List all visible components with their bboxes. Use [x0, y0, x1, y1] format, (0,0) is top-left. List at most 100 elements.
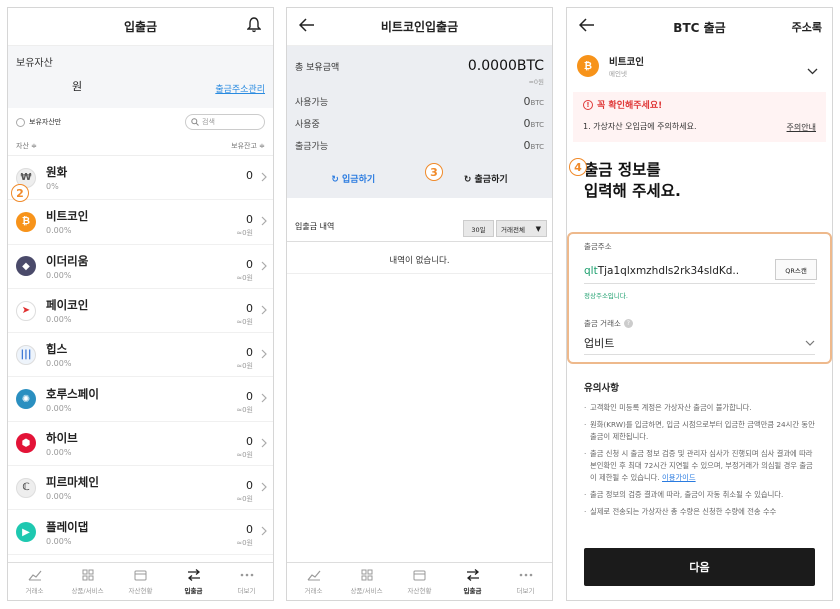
holdings-currency: 원: [72, 80, 83, 93]
holdings-label: 보유자산: [16, 58, 53, 69]
tab-more[interactable]: 더보기: [220, 563, 273, 600]
exchange-select[interactable]: 업비트: [584, 331, 815, 355]
note-item: 출금 신청 시 출금 정보 검증 및 관리자 심사가 진행되며 심사 결과에 따…: [584, 448, 815, 484]
address-manage-link[interactable]: 출금주소관리: [215, 82, 265, 95]
asset-row[interactable]: ✺ 호루스페이 0.00% 0 ≈0원: [8, 377, 273, 422]
back-arrow-icon[interactable]: [578, 17, 595, 36]
btc-withdraw-screen: BTC 출금 주소록 ₿ 비트코인 메인넷 ! 꼭 확인해주세요! 1. 가상자…: [566, 7, 833, 601]
asset-row[interactable]: ₩ 원화 0% 0: [8, 156, 273, 201]
asset-percent: 0.00%: [46, 536, 72, 546]
col-asset-sort[interactable]: 자산 ≑: [16, 141, 37, 151]
note-item: 원화(KRW)를 입금하면, 입금 시점으로부터 입금한 금액만큼 24시간 동…: [584, 419, 815, 443]
asset-name: 호루스페이: [46, 386, 99, 401]
asset-row[interactable]: ||| 힙스 0.00% 0 ≈0원: [8, 333, 273, 378]
network-name: 메인넷: [609, 70, 627, 78]
asset-name: 비트코인: [46, 209, 89, 224]
next-button[interactable]: 다음: [584, 548, 815, 586]
withdraw-button[interactable]: ↻ 출금하기: [464, 172, 508, 185]
tab-more[interactable]: 더보기: [499, 563, 552, 600]
note-item: 출금 정보의 검증 결과에 따라, 출금이 자동 취소될 수 있습니다.: [584, 489, 815, 501]
address-field[interactable]: qltTja1qlxmzhdls2rk34sldKd.. QR스캔: [584, 258, 817, 284]
asset-balance: 0: [246, 169, 253, 182]
tab-grid[interactable]: 상품/서비스: [61, 563, 114, 600]
hive-icon: ⬢: [16, 433, 36, 454]
asset-balance: 0 ≈0원: [236, 479, 253, 504]
tab-wallet[interactable]: 자산현황: [114, 563, 167, 600]
coin-selector[interactable]: ₿ 비트코인 메인넷: [567, 46, 832, 86]
page-title: 비트코인입출금: [380, 20, 459, 34]
tab-grid[interactable]: 상품/서비스: [340, 563, 393, 600]
header: 비트코인입출금: [287, 8, 552, 46]
ethereum-icon: ◆: [16, 256, 36, 277]
tab-wallet[interactable]: 자산현황: [393, 563, 446, 600]
chevron-right-icon: [261, 261, 267, 274]
type-select[interactable]: 거래전체 ▼: [496, 220, 547, 237]
wallet-icon: [413, 569, 426, 585]
bell-icon[interactable]: [246, 17, 262, 36]
col-balance-sort[interactable]: 보유잔고 ≑: [231, 141, 265, 151]
firmachain-icon: ℂ: [16, 477, 36, 498]
transfer-icon: [187, 568, 201, 585]
filter-bar: 보유자산만 검색: [8, 108, 273, 136]
asset-row[interactable]: ⬢ 하이브 0.00% 0 ≈0원: [8, 422, 273, 467]
asset-row[interactable]: ₿ 비트코인 0.00% 0 ≈0원: [8, 200, 273, 245]
notes-title: 유의사항: [584, 383, 619, 394]
more-icon: [240, 569, 254, 585]
header: BTC 출금 주소록: [567, 8, 832, 46]
annotation-3: 3: [425, 163, 443, 181]
tab-transfer[interactable]: 입출금: [446, 563, 499, 600]
asset-row[interactable]: ◆ 이더리움 0.00% 0 ≈0원: [8, 245, 273, 289]
chart-icon: [307, 569, 321, 585]
asset-percent: 0.00%: [46, 359, 72, 369]
annotation-4: 4: [569, 158, 587, 176]
more-icon: [519, 569, 533, 585]
form-heading: 출금 정보를 입력해 주세요.: [584, 161, 681, 200]
warning-guide-link[interactable]: 주의안내: [787, 122, 816, 133]
header: 입출금: [8, 8, 273, 46]
usage-guide-link[interactable]: 이용가이드: [662, 473, 696, 482]
chevron-down-icon: [805, 336, 815, 349]
asset-row[interactable]: ▶ 플레이댑 0.00% 0 ≈0원: [8, 510, 273, 555]
chevron-right-icon: [261, 305, 267, 318]
exchange-label: 출금 거래소 ?: [584, 318, 815, 329]
period-select[interactable]: 30일: [463, 220, 494, 237]
holdings-only-radio[interactable]: [16, 117, 25, 127]
tab-chart[interactable]: 거래소: [8, 563, 61, 600]
chevron-right-icon: [261, 172, 267, 185]
page-title: BTC 출금: [673, 20, 726, 35]
deposit-button[interactable]: ↻ 입금하기: [331, 172, 375, 185]
grid-icon: [361, 569, 373, 585]
qr-scan-button[interactable]: QR스캔: [775, 259, 817, 280]
asset-name: 원화: [46, 165, 68, 180]
tab-transfer[interactable]: 입출금: [167, 563, 220, 600]
history-label: 입출금 내역: [295, 222, 335, 231]
coin-name: 비트코인: [609, 57, 644, 68]
bottom-tab-bar: 거래소 상품/서비스 자산현황 입출금 더보기: [287, 562, 552, 600]
address-book-button[interactable]: 주소록: [792, 19, 822, 35]
tab-chart[interactable]: 거래소: [287, 563, 340, 600]
asset-percent: 0.00%: [46, 315, 72, 325]
balance-row: 사용중 0BTC: [295, 117, 544, 130]
back-arrow-icon[interactable]: [298, 17, 315, 36]
chart-icon: [28, 569, 42, 585]
notes-section: 유의사항 고객확인 미등록 계정은 가상자산 출금이 불가합니다. 원화(KRW…: [567, 380, 832, 523]
bottom-tab-bar: 거래소 상품/서비스 자산현황 입출금 더보기: [8, 562, 273, 600]
asset-name: 피르마체인: [46, 475, 99, 490]
chevron-right-icon: [261, 438, 267, 451]
asset-row[interactable]: ➤ 페이코인 0.00% 0 ≈0원: [8, 289, 273, 334]
withdraw-form: 출금주소 qltTja1qlxmzhdls2rk34sldKd.. QR스캔 정…: [567, 232, 832, 364]
chevron-right-icon: [261, 526, 267, 539]
search-input[interactable]: 검색: [185, 114, 265, 130]
transfer-icon: [466, 568, 480, 585]
bitcoin-icon: ₿: [16, 211, 36, 232]
hips-icon: |||: [16, 344, 36, 365]
action-row: ↻ 입금하기 ↻ 출금하기: [287, 172, 552, 185]
asset-row[interactable]: ℂ 피르마체인 0.00% 0 ≈0원: [8, 466, 273, 511]
total-value: 0.0000BTC: [467, 58, 544, 74]
note-item: 실제로 전송되는 가상자산 총 수량은 신청한 수량에 전송 수수: [584, 506, 815, 518]
search-icon: [191, 118, 199, 126]
balance-summary: 총 보유금액 0.0000BTC ≈0원 사용가능 0BTC 사용중 0BTC 출금가능…: [287, 46, 552, 198]
asset-column-header: 자산 ≑ 보유잔고 ≑: [8, 136, 273, 156]
address-label: 출금주소: [584, 242, 612, 251]
playdapp-icon: ▶: [16, 522, 36, 543]
